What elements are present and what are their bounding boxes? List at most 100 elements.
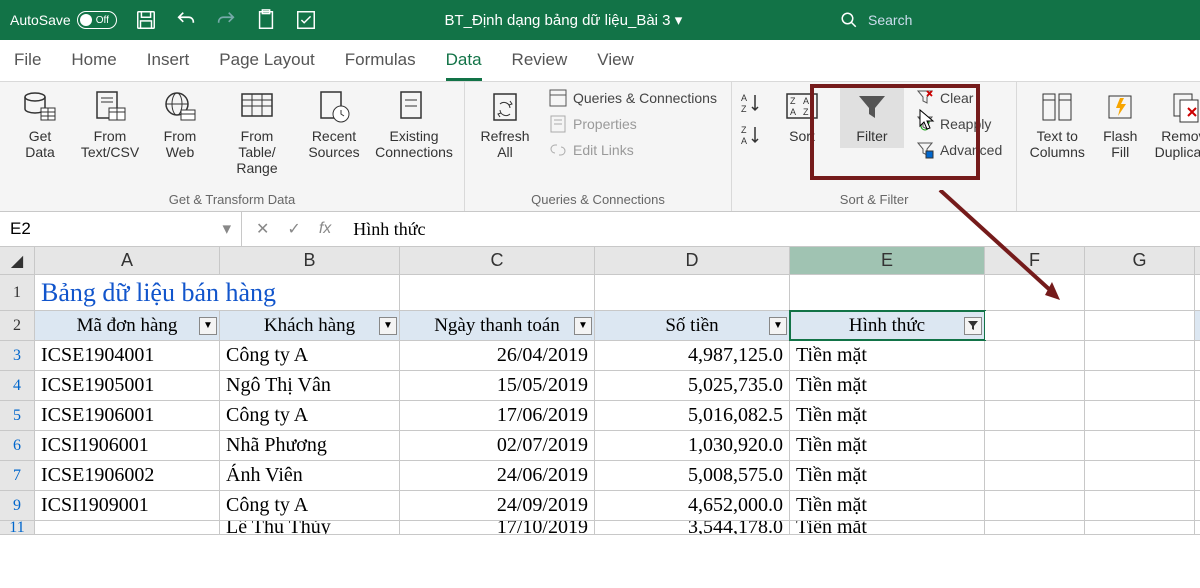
column-header-A[interactable]: A (35, 247, 220, 274)
column-header-C[interactable]: C (400, 247, 595, 274)
tab-file[interactable]: File (14, 50, 41, 81)
save-icon[interactable] (135, 9, 157, 31)
column-header-D[interactable]: D (595, 247, 790, 274)
cell[interactable]: 17/10/2019 (400, 521, 595, 534)
cell[interactable] (985, 401, 1085, 430)
cell[interactable]: Tiền mặt (790, 491, 985, 520)
cell[interactable]: ICSE1904001 (35, 341, 220, 370)
cell[interactable] (1085, 491, 1195, 520)
confirm-icon[interactable]: ✓ (287, 219, 300, 239)
cell[interactable]: Nhã Phương (220, 431, 400, 460)
cell[interactable]: ICSI1909001 (35, 491, 220, 520)
cell[interactable]: Tiền mặt (790, 521, 985, 534)
cell[interactable]: Tiền mặt (790, 371, 985, 400)
cell[interactable]: Tiền mặt (790, 431, 985, 460)
tab-data[interactable]: Data (446, 50, 482, 81)
cell[interactable]: Công ty A (220, 401, 400, 430)
cell[interactable] (35, 521, 220, 534)
cell[interactable]: 02/07/2019 (400, 431, 595, 460)
cell[interactable] (1085, 461, 1195, 490)
table-header-cell[interactable]: Số tiền▼ (595, 311, 790, 340)
formula-input[interactable]: Hình thức (345, 219, 425, 240)
cell[interactable]: 5,008,575.0 (595, 461, 790, 490)
name-box[interactable]: E2▾ (0, 212, 242, 246)
column-header-F[interactable]: F (985, 247, 1085, 274)
tab-view[interactable]: View (597, 50, 634, 81)
search-box[interactable]: Search (810, 11, 1190, 29)
cell[interactable] (1085, 521, 1195, 534)
cell[interactable]: Công ty A (220, 341, 400, 370)
cell[interactable] (1085, 431, 1195, 460)
from-web-button[interactable]: From Web (148, 86, 212, 164)
fx-icon[interactable]: fx (319, 220, 331, 238)
get-data-button[interactable]: Get Data (8, 86, 72, 164)
table-header-cell[interactable]: Ngày thanh toán▼ (400, 311, 595, 340)
cell[interactable] (1085, 341, 1195, 370)
redo-icon[interactable] (215, 9, 237, 31)
row-header[interactable]: 7 (0, 461, 35, 490)
cell[interactable]: 5,025,735.0 (595, 371, 790, 400)
text-to-columns-button[interactable]: Text to Columns (1025, 86, 1089, 164)
select-all-corner[interactable]: ◢ (0, 247, 35, 274)
from-csv-button[interactable]: From Text/CSV (78, 86, 142, 164)
row-header[interactable]: 6 (0, 431, 35, 460)
cell[interactable]: 1,030,920.0 (595, 431, 790, 460)
row-header[interactable]: 2 (0, 311, 35, 340)
row-header[interactable]: 4 (0, 371, 35, 400)
cell[interactable]: Công ty A (220, 491, 400, 520)
table-header-cell[interactable]: Mã đơn hàng▼ (35, 311, 220, 340)
cell[interactable] (1085, 401, 1195, 430)
column-header-B[interactable]: B (220, 247, 400, 274)
sort-desc-icon[interactable]: ZA (740, 124, 764, 146)
cell[interactable] (985, 371, 1085, 400)
cell[interactable]: Tiền mặt (790, 461, 985, 490)
cell[interactable]: ICSE1905001 (35, 371, 220, 400)
cell[interactable]: 4,987,125.0 (595, 341, 790, 370)
tab-review[interactable]: Review (512, 50, 568, 81)
cell[interactable] (985, 431, 1085, 460)
autosave-toggle[interactable]: AutoSave Off (10, 11, 117, 29)
recent-sources-button[interactable]: Recent Sources (302, 86, 366, 164)
table-header-cell[interactable]: Khách hàng▼ (220, 311, 400, 340)
cancel-icon[interactable]: ✕ (256, 219, 269, 239)
remove-duplicates-button[interactable]: Remove Duplicates (1151, 86, 1200, 164)
cell[interactable] (985, 341, 1085, 370)
refresh-all-button[interactable]: Refresh All (473, 86, 537, 164)
tab-insert[interactable]: Insert (147, 50, 190, 81)
saveas-icon[interactable] (295, 9, 317, 31)
cell[interactable] (1085, 371, 1195, 400)
cell[interactable]: Tiền mặt (790, 341, 985, 370)
clear-filter-button[interactable]: Clear (910, 86, 1008, 110)
cell[interactable]: 24/09/2019 (400, 491, 595, 520)
cell[interactable]: Tiền mặt (790, 401, 985, 430)
cell[interactable]: 24/06/2019 (400, 461, 595, 490)
cell[interactable] (985, 461, 1085, 490)
sheet-title-cell[interactable]: Bảng dữ liệu bán hàng (35, 275, 400, 310)
existing-connections-button[interactable]: Existing Connections (372, 86, 456, 164)
row-header[interactable]: 11 (0, 521, 35, 534)
row-header[interactable]: 1 (0, 275, 35, 310)
cell[interactable]: Ngô Thị Vân (220, 371, 400, 400)
filter-button[interactable]: Filter (840, 86, 904, 148)
filter-dropdown-icon[interactable]: ▼ (379, 317, 397, 335)
cell[interactable]: 26/04/2019 (400, 341, 595, 370)
cell[interactable]: ICSE1906001 (35, 401, 220, 430)
flash-fill-button[interactable]: Flash Fill (1095, 86, 1145, 164)
cell[interactable]: Ánh Viên (220, 461, 400, 490)
paste-icon[interactable] (255, 9, 277, 31)
filter-dropdown-icon[interactable]: ▼ (574, 317, 592, 335)
row-header[interactable]: 3 (0, 341, 35, 370)
cell[interactable] (985, 521, 1085, 534)
cell[interactable]: 3,544,178.0 (595, 521, 790, 534)
tab-page-layout[interactable]: Page Layout (219, 50, 314, 81)
table-header-cell[interactable]: Hình thức (790, 311, 985, 340)
cell[interactable]: 17/06/2019 (400, 401, 595, 430)
sort-button[interactable]: ZAAZ Sort (770, 86, 834, 148)
cell[interactable]: 4,652,000.0 (595, 491, 790, 520)
cell[interactable]: ICSE1906002 (35, 461, 220, 490)
cell[interactable]: 15/05/2019 (400, 371, 595, 400)
row-header[interactable]: 9 (0, 491, 35, 520)
queries-connections-button[interactable]: Queries & Connections (543, 86, 723, 110)
cell[interactable]: ICSI1906001 (35, 431, 220, 460)
sort-asc-icon[interactable]: AZ (740, 92, 764, 114)
